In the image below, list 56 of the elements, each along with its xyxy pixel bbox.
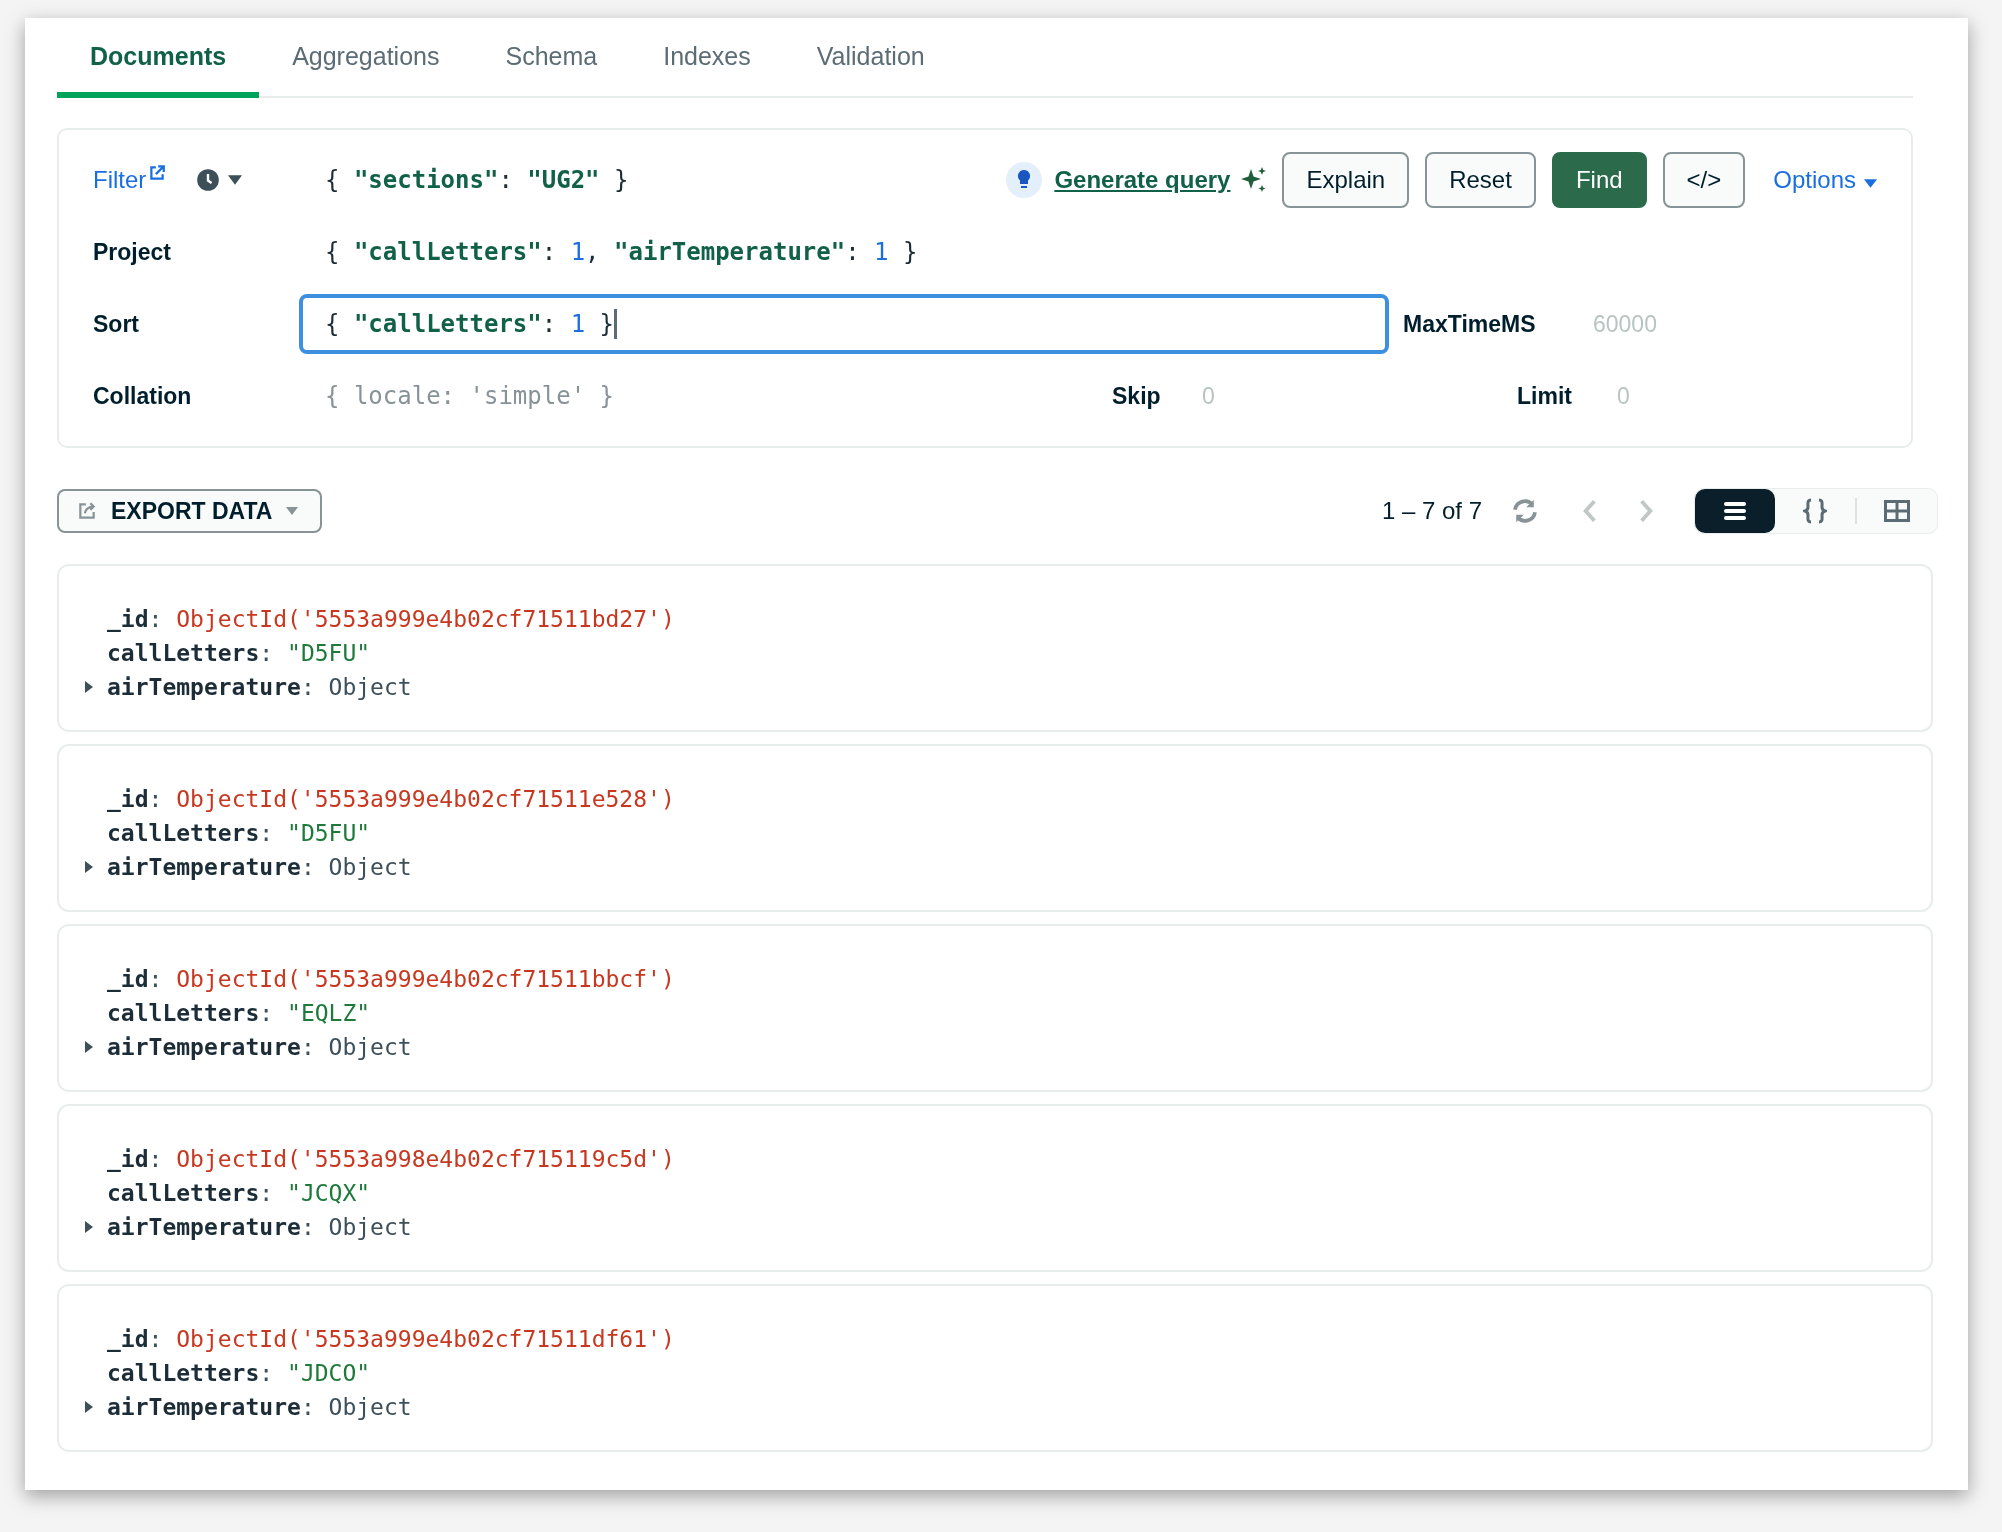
refresh-icon[interactable] <box>1510 496 1540 526</box>
document-field: callLetters: "D5FU" <box>107 820 371 846</box>
curly-braces-icon <box>1803 498 1827 524</box>
caret-icon <box>286 507 299 515</box>
expand-arrow-icon[interactable] <box>85 861 93 873</box>
project-field[interactable]: { "callLetters": 1, "airTemperature": 1 } <box>325 238 1877 266</box>
lightbulb-icon <box>1006 162 1043 198</box>
pagination-text: 1 – 7 of 7 <box>1381 497 1482 525</box>
generate-query-link[interactable]: Generate query <box>1054 166 1231 194</box>
collation-label: Collation <box>93 382 192 410</box>
tab[interactable]: Indexes <box>630 18 784 98</box>
document-field: airTemperature: Object <box>107 854 412 880</box>
caret-icon <box>1864 179 1877 188</box>
expand-arrow-icon[interactable] <box>85 1041 93 1053</box>
document-field: _id: ObjectId('5553a999e4b02cf71511df61') <box>107 1326 675 1352</box>
sort-field[interactable]: { "callLetters": 1 } <box>299 294 1389 354</box>
document-field: _id: ObjectId('5553a999e4b02cf71511e528') <box>107 786 675 812</box>
list-icon <box>1723 501 1747 521</box>
document-field: _id: ObjectId('5553a999e4b02cf71511bbcf') <box>107 966 675 992</box>
document-field: callLetters: "D5FU" <box>107 640 371 666</box>
tab[interactable]: Documents <box>57 18 260 98</box>
expand-arrow-icon[interactable] <box>85 1221 93 1233</box>
filter-field[interactable]: { "sections": "UG2" } <box>325 166 1007 194</box>
document-field: airTemperature: Object <box>107 1214 412 1240</box>
export-icon <box>77 501 97 521</box>
limit-label: Limit <box>1517 382 1573 410</box>
clock-icon[interactable] <box>196 168 221 192</box>
options-dropdown[interactable]: Options <box>1773 166 1877 194</box>
query-button[interactable]: Reset <box>1425 152 1536 208</box>
document-field: callLetters: "JCQX" <box>107 1180 371 1206</box>
expand-arrow-icon[interactable] <box>85 1401 93 1413</box>
project-label: Project <box>93 238 171 266</box>
query-button[interactable]: </> <box>1662 152 1746 208</box>
caret-icon[interactable] <box>228 175 243 185</box>
sparkle-icon <box>1240 166 1269 194</box>
document-field: callLetters: "JDCO" <box>107 1360 371 1386</box>
query-button[interactable]: Explain <box>1282 152 1410 208</box>
expand-arrow-icon[interactable] <box>85 681 93 693</box>
tab[interactable]: Schema <box>472 18 631 98</box>
document-field: airTemperature: Object <box>107 1394 412 1420</box>
skip-label: Skip <box>1112 382 1162 410</box>
external-link-icon <box>148 164 167 182</box>
export-data-button[interactable]: EXPORT DATA <box>57 489 323 533</box>
document-field: _id: ObjectId('5553a998e4b02cf715119c5d') <box>107 1146 675 1172</box>
document-field: callLetters: "EQLZ" <box>107 1000 371 1026</box>
document-field: airTemperature: Object <box>107 674 412 700</box>
list-view-button[interactable] <box>1695 489 1775 533</box>
filter-link[interactable]: Filter <box>93 166 147 194</box>
document-field: _id: ObjectId('5553a999e4b02cf71511bd27') <box>107 606 675 632</box>
tab[interactable]: Aggregations <box>259 18 473 98</box>
table-icon <box>1884 500 1910 522</box>
query-button[interactable]: Find <box>1551 152 1647 208</box>
maxtime-label: MaxTimeMS <box>1403 310 1537 338</box>
tab[interactable]: Validation <box>783 18 958 98</box>
document-field: airTemperature: Object <box>107 1034 412 1060</box>
sort-label: Sort <box>93 310 139 338</box>
